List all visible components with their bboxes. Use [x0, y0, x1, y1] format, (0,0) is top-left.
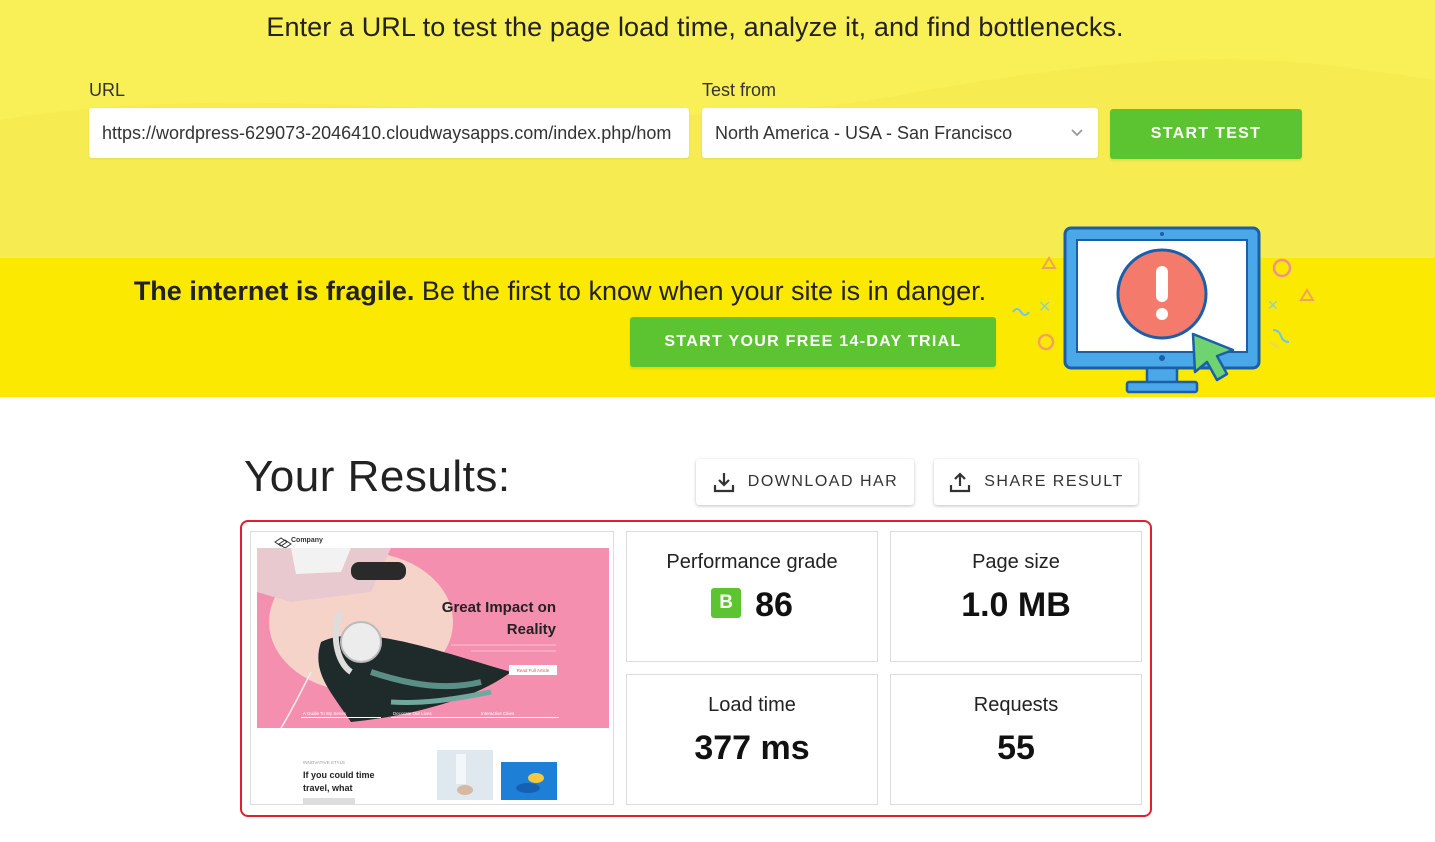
url-input[interactable]: [89, 108, 689, 158]
hero-section: Enter a URL to test the page load time, …: [0, 0, 1435, 258]
company-logo-icon: [274, 537, 292, 549]
thumb-headline-2: Reality: [507, 621, 557, 638]
thumb-tab-1: A Guide To My Series: [303, 711, 347, 716]
requests-value: 55: [997, 729, 1035, 767]
performance-grade-value: B 86: [627, 586, 877, 625]
monitor-alert-illustration: ✕ ✕: [1012, 226, 1315, 394]
thumb-brand: Company: [291, 537, 323, 544]
performance-score: 86: [755, 586, 793, 624]
test-from-value: North America - USA - San Francisco: [715, 122, 1013, 143]
svg-text:✕: ✕: [1267, 297, 1279, 313]
grade-badge: B: [711, 588, 742, 619]
thumb-tab-2: Decorate Our Lives: [393, 711, 433, 716]
chevron-down-icon: [1071, 129, 1083, 137]
upload-share-icon: [950, 472, 971, 493]
thumb-headline-1: Great Impact on: [442, 599, 556, 616]
load-time-card: Load time 377 ms: [626, 674, 878, 805]
page-screenshot-thumbnail[interactable]: Company Great Impact on Reality Read Ful…: [250, 531, 614, 805]
banner-text: The internet is fragile. Be the first to…: [0, 276, 1120, 307]
load-time-value: 377 ms: [694, 729, 810, 767]
start-test-button[interactable]: START TEST: [1110, 109, 1302, 159]
page-preview-image: Company Great Impact on Reality Read Ful…: [257, 537, 609, 804]
download-har-label: DOWNLOAD HAR: [747, 473, 899, 490]
svg-text:✕: ✕: [1038, 299, 1051, 316]
thumb-teaser-1: If you could time: [303, 770, 375, 780]
requests-label: Requests: [973, 694, 1059, 716]
page-size-label: Page size: [972, 551, 1060, 573]
test-from-label: Test from: [702, 80, 777, 100]
performance-grade-label: Performance grade: [666, 551, 838, 573]
requests-card: Requests 55: [890, 674, 1142, 805]
share-result-label: SHARE RESULT: [984, 473, 1124, 490]
test-from-select[interactable]: North America - USA - San Francisco: [702, 108, 1098, 158]
thumb-cta: Read Full Article: [517, 668, 550, 673]
performance-grade-card: Performance grade B 86: [626, 531, 878, 662]
banner-bold-text: The internet is fragile.: [133, 276, 415, 306]
results-title: Your Results:: [244, 452, 511, 501]
page-size-value: 1.0 MB: [961, 586, 1071, 624]
download-icon: [713, 473, 734, 493]
load-time-label: Load time: [708, 694, 796, 716]
thumb-kicker: INNOVATIVE STYLE: [303, 760, 345, 765]
hero-title: Enter a URL to test the page load time, …: [266, 12, 1124, 42]
thumb-tab-3: Interactive Cities: [481, 711, 515, 716]
thumb-teaser-2: travel, what: [303, 783, 353, 793]
banner-rest-text: Be the first to know when your site is i…: [414, 276, 987, 306]
download-har-button[interactable]: DOWNLOAD HAR: [696, 459, 914, 505]
share-result-button[interactable]: SHARE RESULT: [934, 459, 1138, 505]
free-trial-button[interactable]: START YOUR FREE 14-DAY TRIAL: [630, 317, 996, 367]
page-size-card: Page size 1.0 MB: [890, 531, 1142, 662]
url-label: URL: [89, 80, 126, 100]
